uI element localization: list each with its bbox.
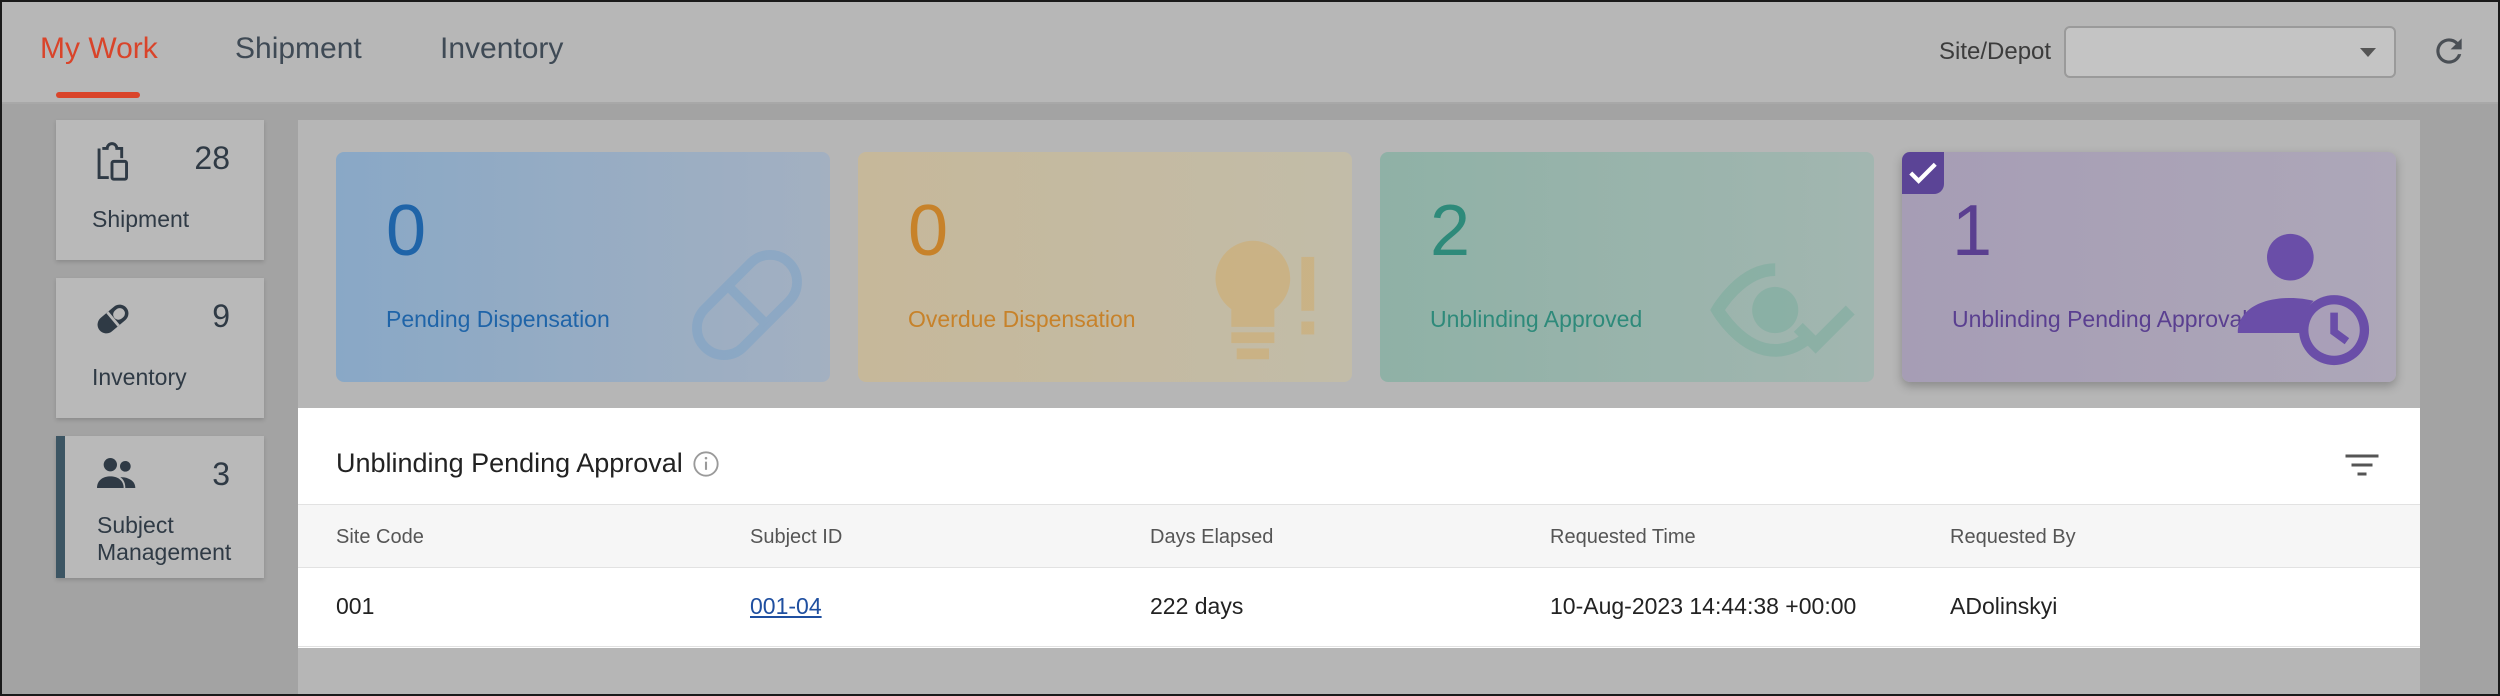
sidebar-item-shipment[interactable]: 28 Shipment	[56, 120, 264, 260]
site-depot-label: Site/Depot	[1939, 38, 2052, 65]
pending-approval-table-card: Unblinding Pending Approval Site Code Su…	[298, 408, 2420, 648]
cell-site-code: 001	[336, 593, 375, 619]
kpi-card-overdue-dispensation[interactable]: 0 Overdue Dispensation	[858, 152, 1352, 382]
kpi-value: 1	[1952, 191, 1993, 271]
kpi-value: 0	[386, 191, 427, 271]
table-title: Unblinding Pending Approval	[336, 448, 683, 478]
tab-my-work[interactable]: My Work	[40, 32, 158, 66]
table-header-row: Site Code Subject ID Days Elapsed Reques…	[298, 504, 2420, 568]
kpi-value: 2	[1430, 191, 1471, 271]
cell-requested-by: ADolinskyi	[1950, 593, 2058, 619]
main-panel: 0 Pending Dispensation 0 Overdue Dispens…	[298, 120, 2420, 694]
subject-management-count: 3	[212, 456, 230, 492]
checkmark-icon	[1909, 162, 1937, 184]
column-header-site-code[interactable]: Site Code	[336, 526, 424, 549]
kpi-card-unblinding-pending-approval[interactable]: 1 Unblinding Pending Approval	[1902, 152, 2396, 382]
bulb-alert-icon	[1215, 240, 1315, 360]
tab-shipment[interactable]: Shipment	[235, 32, 362, 66]
capsule-icon	[692, 250, 802, 360]
active-tab-indicator	[56, 92, 140, 98]
subject-id-link[interactable]: 001-04	[750, 593, 822, 620]
selected-badge	[1902, 152, 1944, 194]
user-clock-icon	[2237, 233, 2370, 366]
shipment-count: 28	[194, 140, 230, 176]
inventory-count: 9	[212, 298, 230, 334]
site-depot-select[interactable]	[2064, 26, 2396, 78]
table-row: 001 001-04 222 days 10-Aug-2023 14:44:38…	[298, 566, 2420, 647]
chevron-down-icon	[2360, 48, 2376, 57]
sidebar-item-label: Inventory	[92, 364, 187, 390]
clipboard-icon	[97, 142, 128, 181]
column-header-requested-by[interactable]: Requested By	[1950, 526, 2076, 549]
cell-requested-time: 10-Aug-2023 14:44:38 +00:00	[1550, 593, 1857, 619]
column-header-requested-time[interactable]: Requested Time	[1550, 526, 1696, 549]
kpi-label: Unblinding Approved	[1430, 306, 1643, 332]
kpi-card-pending-dispensation[interactable]: 0 Pending Dispensation	[336, 152, 830, 382]
info-icon[interactable]	[692, 450, 720, 478]
sidebar-item-inventory[interactable]: 9 Inventory	[56, 278, 264, 418]
kpi-label: Overdue Dispensation	[908, 306, 1136, 332]
kpi-value: 0	[908, 191, 949, 271]
kpi-label: Unblinding Pending Approval	[1952, 306, 2248, 332]
cell-days-elapsed: 222 days	[1150, 593, 1244, 619]
sidebar-item-subject-management[interactable]: 3 Subject Management	[56, 436, 264, 578]
eye-check-icon	[1710, 263, 1855, 357]
column-header-subject-id[interactable]: Subject ID	[750, 526, 842, 549]
column-header-days-elapsed[interactable]: Days Elapsed	[1150, 526, 1273, 549]
kpi-label: Pending Dispensation	[386, 306, 610, 332]
filter-icon[interactable]	[2344, 452, 2380, 478]
people-icon	[97, 458, 136, 488]
pill-icon	[97, 304, 129, 334]
top-navigation-bar: My Work Shipment Inventory Site/Depot	[2, 2, 2498, 104]
sidebar-item-label: Shipment	[92, 206, 190, 232]
refresh-icon[interactable]	[2430, 32, 2468, 70]
sidebar-item-label: Subject Management	[97, 512, 232, 565]
tab-inventory[interactable]: Inventory	[440, 32, 563, 66]
kpi-card-unblinding-approved[interactable]: 2 Unblinding Approved	[1380, 152, 1874, 382]
app-window: My Work Shipment Inventory Site/Depot 28…	[0, 0, 2500, 696]
